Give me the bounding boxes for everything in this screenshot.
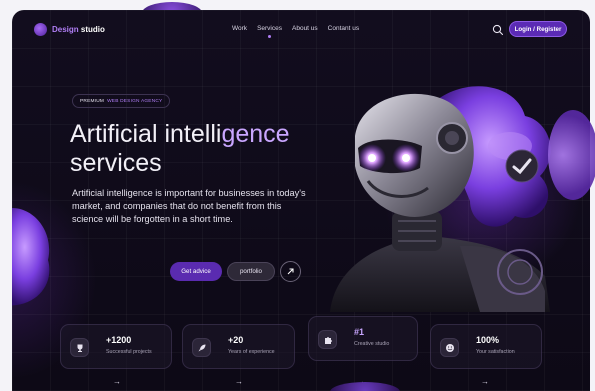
logo-text: Design studio [52, 25, 105, 34]
decorative-blob [548, 110, 595, 200]
logo-mark-icon [34, 23, 47, 36]
nav-link-contact[interactable]: Contant us [328, 25, 359, 32]
nav-links: Work Services About us Contant us [232, 25, 359, 38]
stat-value: +20 [228, 335, 244, 345]
stat-value: #1 [354, 327, 365, 337]
robot-illustration [330, 86, 551, 312]
arrow-right-icon[interactable]: → [481, 377, 489, 386]
hero-description: Artificial intelligence is important for… [72, 188, 306, 224]
stat-label: Years of experience [228, 349, 275, 355]
smile-icon [440, 338, 459, 357]
premium-badge: PREMIUM WEB DESIGN AGENCY [72, 94, 171, 108]
get-advice-button[interactable]: Get advice [170, 262, 222, 281]
stat-label: Your satisfaction [476, 349, 515, 355]
nav-link-about[interactable]: About us [292, 25, 318, 32]
arrow-right-icon[interactable]: → [113, 377, 121, 386]
portfolio-button[interactable]: portfolio [227, 262, 275, 281]
stat-value: 100% [476, 335, 500, 345]
stat-card[interactable]: #1 Creative studio [308, 316, 418, 361]
nav-link-services[interactable]: Services [257, 25, 282, 38]
nav-link-work[interactable]: Work [232, 25, 247, 32]
stat-value: +1200 [106, 335, 132, 345]
search-icon[interactable] [492, 23, 504, 36]
arrow-up-right-button[interactable] [280, 261, 301, 282]
stat-label: Successful projects [106, 349, 152, 355]
arrow-up-right-icon [287, 268, 294, 275]
top-nav: Design studio Work Services About us Con… [12, 10, 590, 48]
stat-card[interactable]: +1200 Successful projects [60, 324, 172, 369]
website-frame: Design studio Work Services About us Con… [12, 10, 590, 391]
puzzle-icon [318, 330, 337, 349]
logo[interactable]: Design studio [34, 23, 105, 36]
rocket-icon [192, 338, 211, 357]
decorative-blob-left [12, 208, 50, 306]
trophy-icon [70, 338, 89, 357]
arrow-right-icon[interactable]: → [235, 377, 243, 386]
login-register-button[interactable]: Login / Register [509, 21, 567, 37]
stat-card[interactable]: +20 Years of experience [182, 324, 295, 369]
hero-title: Artificial intelligence services [70, 120, 290, 177]
stat-card[interactable]: 100% Your satisfaction [430, 324, 542, 369]
stat-label: Creative studio [354, 341, 390, 347]
